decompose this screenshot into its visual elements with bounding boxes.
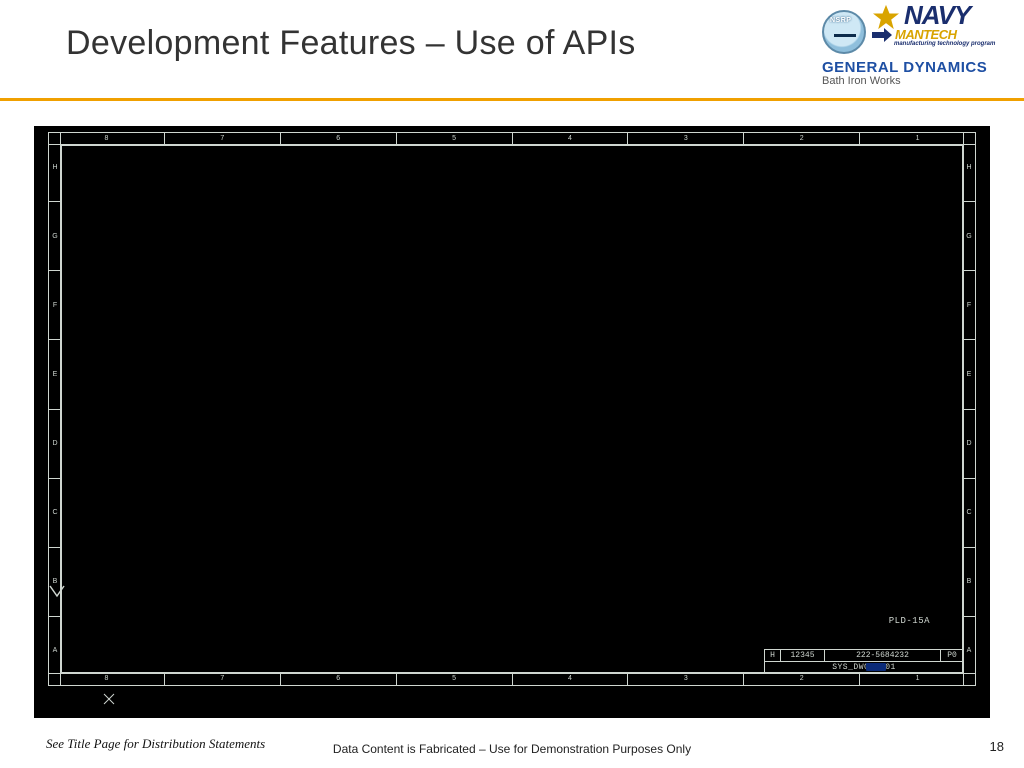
tb-cage: 12345 — [781, 650, 825, 661]
navy-mantech-logo: NAVY MANTECH manufacturing technology pr… — [872, 4, 1012, 47]
footer-fabricated-note: Data Content is Fabricated – Use for Dem… — [0, 742, 1024, 756]
drawing-title-block: H 12345 222-5684232 P0 SYS_DWG-0001 — [764, 649, 964, 674]
gd-name: GENERAL DYNAMICS — [822, 59, 1012, 76]
ruler-tick: 8 — [49, 673, 165, 685]
slide-header: Development Features – Use of APIs NAVY … — [0, 0, 1024, 98]
ruler-tick: A — [49, 617, 61, 685]
ruler-tick: C — [963, 479, 975, 548]
ruler-tick: 2 — [744, 673, 860, 685]
ruler-tick: A — [963, 617, 975, 685]
ruler-top: 87654321 — [49, 133, 975, 145]
ruler-tick: E — [49, 340, 61, 409]
page-number: 18 — [990, 739, 1004, 754]
navy-wordmark: NAVY — [904, 4, 970, 26]
ruler-tick: B — [49, 548, 61, 617]
mantech-wordmark: MANTECH — [895, 27, 957, 42]
ruler-tick: 5 — [397, 673, 513, 685]
ruler-tick: 8 — [49, 133, 165, 145]
slide: Development Features – Use of APIs NAVY … — [0, 0, 1024, 768]
pld-label: PLD-15A — [889, 616, 930, 626]
mantech-tagline: manufacturing technology program — [894, 41, 1012, 47]
title-block-accent — [866, 663, 886, 671]
ruler-tick: G — [963, 202, 975, 271]
ruler-tick: B — [963, 548, 975, 617]
ruler-left: HGFEDCBA — [49, 133, 61, 685]
header-divider — [0, 98, 1024, 101]
tb-rev: P0 — [941, 650, 963, 661]
gd-subtitle: Bath Iron Works — [822, 75, 1012, 87]
tb-size: H — [765, 650, 781, 661]
ruler-tick: 4 — [513, 133, 629, 145]
ruler-tick: 6 — [281, 133, 397, 145]
general-dynamics-logo: GENERAL DYNAMICS Bath Iron Works — [822, 59, 1012, 87]
ruler-tick: C — [49, 479, 61, 548]
ruler-tick: 5 — [397, 133, 513, 145]
ruler-tick: 6 — [281, 673, 397, 685]
ruler-bottom: 87654321 — [49, 673, 975, 685]
cursor-cross-icon — [102, 692, 124, 706]
orientation-arrow-icon — [48, 584, 66, 598]
ruler-tick: H — [963, 133, 975, 202]
logo-cluster: NAVY MANTECH manufacturing technology pr… — [822, 4, 1012, 94]
ruler-tick: 3 — [628, 133, 744, 145]
ruler-tick: 3 — [628, 673, 744, 685]
ruler-tick: 4 — [513, 673, 629, 685]
star-icon — [872, 4, 900, 30]
ruler-tick: G — [49, 202, 61, 271]
ruler-tick: H — [49, 133, 61, 202]
ruler-tick: 1 — [860, 673, 975, 685]
ruler-tick: D — [49, 410, 61, 479]
ruler-tick: 1 — [860, 133, 975, 145]
tb-dwg-no: 222-5684232 — [825, 650, 941, 661]
ruler-tick: F — [49, 271, 61, 340]
ruler-tick: 2 — [744, 133, 860, 145]
ruler-right: HGFEDCBA — [963, 133, 975, 685]
ruler-tick: F — [963, 271, 975, 340]
drawing-sheet-border: 87654321 87654321 HGFEDCBA HGFEDCBA — [48, 132, 976, 686]
ruler-tick: E — [963, 340, 975, 409]
page-title: Development Features – Use of APIs — [66, 24, 636, 63]
ruler-tick: 7 — [165, 673, 281, 685]
ruler-tick: 7 — [165, 133, 281, 145]
ruler-tick: D — [963, 410, 975, 479]
tb-doc-id: SYS_DWG-0001 — [765, 662, 963, 673]
nsrp-logo-icon — [822, 10, 866, 54]
drawing-inner-border — [61, 145, 963, 673]
cad-drawing-panel: 87654321 87654321 HGFEDCBA HGFEDCBA PLD-… — [34, 126, 990, 718]
